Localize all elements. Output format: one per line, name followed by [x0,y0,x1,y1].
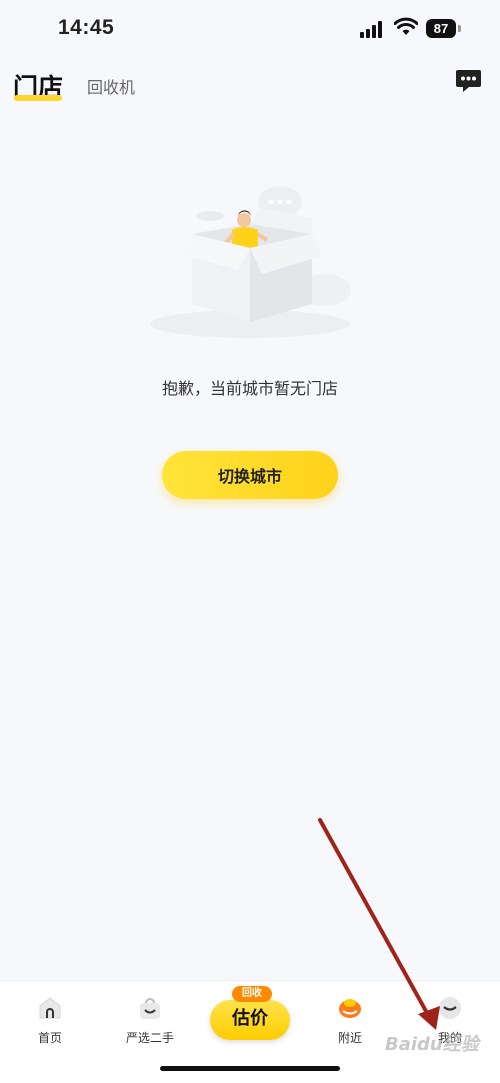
recycle-badge: 回收 [232,986,272,1002]
cellular-signal-icon [360,20,386,38]
tab-recycle-machine[interactable]: 回收机 [87,74,135,98]
top-header: 门店 回收机 [0,58,500,110]
status-bar: 14:45 87 [0,0,500,58]
tab-nearby-label: 附近 [337,1031,362,1045]
recycle-estimate-button[interactable]: 回收 估价 [210,986,290,1040]
tab-home-label: 首页 [37,1031,62,1045]
home-indicator [160,1066,340,1071]
active-tab-indicator [14,95,62,101]
nearby-icon [339,999,361,1018]
profile-icon [439,997,461,1019]
tab-home[interactable]: 首页 [10,981,90,1051]
tab-selected-used[interactable]: 严选二手 [110,981,190,1051]
home-icon [39,997,61,1019]
tab-selected-used-label: 严选二手 [125,1031,174,1045]
estimate-label: 估价 [232,1008,268,1029]
tab-nearby[interactable]: 附近 [310,981,390,1051]
bag-icon [140,998,160,1019]
chat-icon[interactable] [455,67,482,94]
battery-icon: 87 [426,19,456,38]
switch-city-button[interactable]: 切换城市 [162,451,338,499]
battery-tip [458,25,461,32]
wifi-icon [394,17,418,35]
empty-state-message: 抱歉，当前城市暂无门店 [161,379,338,398]
empty-box-illustration [150,186,351,338]
baidu-watermark: Baidu经验 [385,1034,479,1055]
status-time: 14:45 [58,16,115,39]
